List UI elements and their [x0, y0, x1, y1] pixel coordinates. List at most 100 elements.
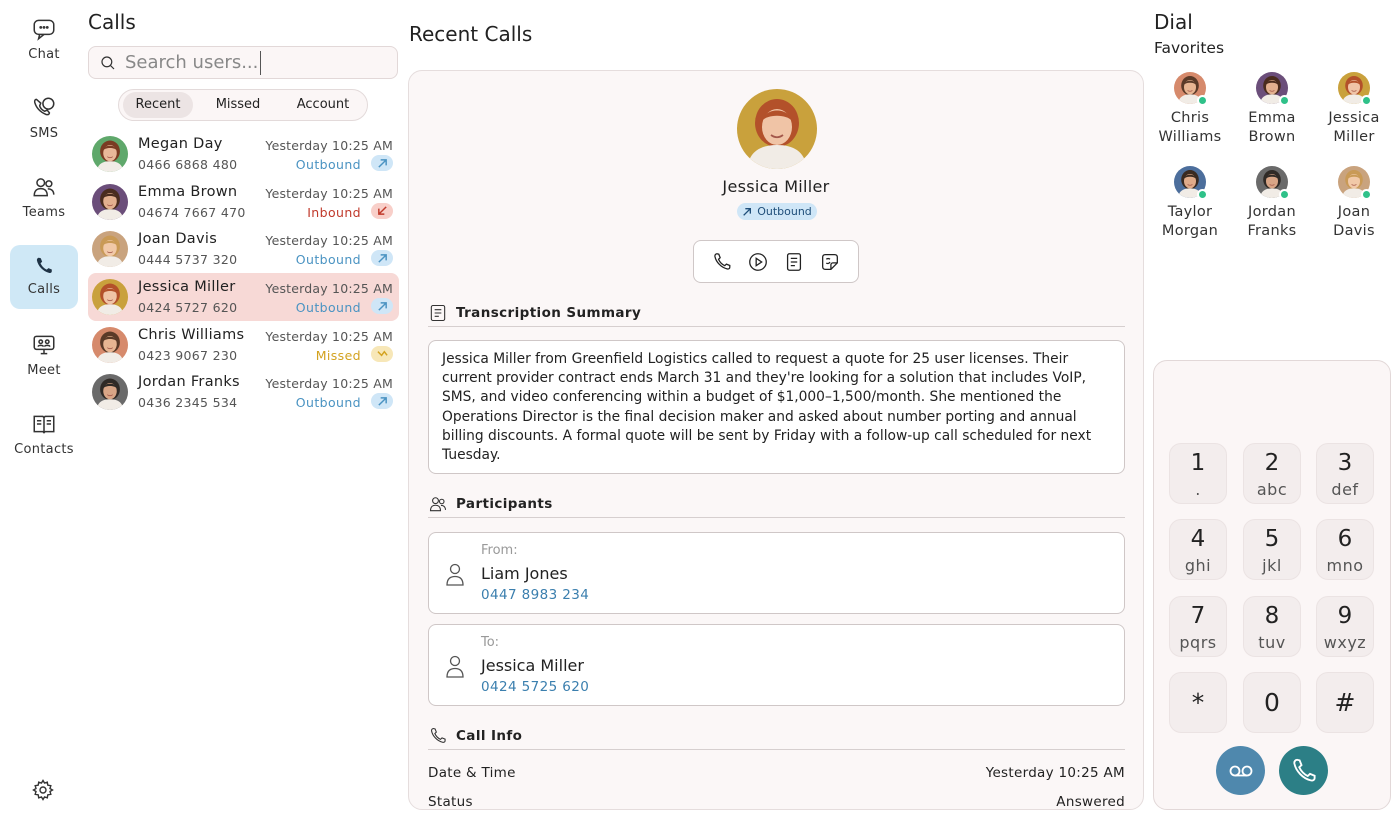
avatar — [1338, 72, 1372, 106]
to-number[interactable]: 0424 5725 620 — [481, 679, 589, 695]
dial-key-digit: 9 — [1337, 603, 1353, 629]
favorite-contact[interactable]: Chris Williams — [1150, 72, 1230, 146]
call-time: Yesterday 10:25 AM — [265, 328, 393, 344]
person-icon — [446, 563, 464, 586]
dial-key[interactable]: 4 ghi — [1169, 519, 1227, 580]
play-icon[interactable] — [747, 251, 769, 273]
tab-missed[interactable]: Missed — [193, 92, 283, 118]
transcription-summary: Jessica Miller from Greenfield Logistics… — [428, 340, 1125, 474]
dial-key[interactable]: * — [1169, 672, 1227, 733]
dial-key-letters: abc — [1256, 480, 1288, 499]
calls-tabs: Recent Missed Account — [118, 89, 368, 121]
to-name: Jessica Miller — [481, 656, 584, 675]
voicemail-button[interactable] — [1216, 746, 1265, 795]
avatar — [1338, 166, 1372, 200]
dial-key-digit: 7 — [1190, 603, 1206, 629]
calls-title: Calls — [88, 10, 136, 34]
caller-name: Jordan Franks — [138, 374, 240, 391]
caller-name: Chris Williams — [138, 326, 245, 343]
caller-number: 0466 6868 480 — [138, 157, 238, 172]
info-label: Status — [428, 794, 473, 810]
call-button[interactable] — [1279, 746, 1328, 795]
search-placeholder[interactable]: Search users... — [125, 50, 262, 75]
call-info-title: Call Info — [456, 728, 523, 744]
dial-key-letters: def — [1331, 480, 1359, 499]
call-time: Yesterday 10:25 AM — [265, 281, 393, 297]
favorite-contact[interactable]: Emma Brown — [1232, 72, 1312, 146]
tab-account[interactable]: Account — [283, 92, 363, 118]
direction-badge: Outbound — [737, 203, 817, 220]
call-list-item[interactable]: Megan Day 0466 6868 480 Yesterday 10:25 AM… — [88, 130, 399, 178]
info-row-status: Status Answered — [428, 794, 1125, 810]
participant-to: To: Jessica Miller 0424 5725 620 — [428, 624, 1125, 706]
outbound-call-icon — [371, 393, 393, 410]
avatar — [92, 374, 128, 411]
call-list-item[interactable]: Jordan Franks 0436 2345 534 Yesterday 10:2… — [88, 368, 399, 416]
call-list-item[interactable]: Joan Davis 0444 5737 320 Yesterday 10:25 A… — [88, 225, 399, 273]
nav-label: Calls — [27, 282, 61, 297]
from-name: Liam Jones — [481, 564, 568, 583]
sticker-icon[interactable] — [819, 251, 841, 273]
phone-icon — [431, 727, 446, 743]
dial-key-digit: 1 — [1190, 450, 1206, 476]
voicemail-icon — [1229, 765, 1252, 776]
from-number[interactable]: 0447 8983 234 — [481, 587, 589, 603]
nav-item-meet[interactable]: Meet — [10, 324, 78, 388]
nav-item-contacts[interactable]: Contacts — [10, 403, 78, 467]
favorite-contact[interactable]: Jessica Miller — [1314, 72, 1394, 146]
dial-key[interactable]: 3 def — [1316, 443, 1374, 504]
dial-key[interactable]: 1. — [1169, 443, 1227, 504]
dial-key[interactable]: 7 pqrs — [1169, 596, 1227, 657]
online-status-dot — [1361, 189, 1372, 200]
favorite-last-name: Miller — [1333, 128, 1375, 145]
favorite-first-name: Emma — [1248, 110, 1296, 126]
favorite-contact[interactable]: Jordan Franks — [1232, 166, 1312, 240]
call-actions — [693, 240, 859, 283]
dial-key[interactable]: 8 tuv — [1243, 596, 1301, 657]
transcript-icon — [430, 304, 446, 322]
call-list-item[interactable]: Chris Williams 0423 9067 230 Yesterday 10:… — [88, 321, 399, 369]
search-input[interactable]: Search users... — [88, 46, 398, 79]
caller-name: Joan Davis — [138, 231, 218, 248]
info-value: Yesterday 10:25 AM — [985, 765, 1125, 781]
avatar — [92, 326, 128, 363]
phone-icon[interactable] — [711, 251, 733, 273]
call-direction: Outbound — [295, 395, 361, 411]
dial-key[interactable]: 0 — [1243, 672, 1301, 733]
caller-name: Jessica Miller — [138, 279, 236, 296]
dial-key-digit: 6 — [1337, 526, 1353, 552]
call-direction: Outbound — [295, 300, 361, 316]
online-status-dot — [1279, 95, 1290, 106]
dial-key[interactable]: # — [1316, 672, 1374, 733]
outbound-call-icon — [371, 155, 393, 171]
info-value: Answered — [1056, 794, 1125, 810]
favorite-last-name: Morgan — [1161, 222, 1219, 239]
nav-item-sms[interactable]: SMS — [10, 87, 78, 151]
transcript-icon[interactable] — [783, 251, 805, 273]
dial-key-letters: jkl — [1262, 556, 1282, 575]
favorite-contact[interactable]: Taylor Morgan — [1150, 166, 1230, 240]
dial-key[interactable]: 2 abc — [1243, 443, 1301, 504]
dial-key-letters: ghi — [1184, 556, 1212, 575]
nav-item-calls[interactable]: Calls — [10, 245, 78, 309]
call-list: Megan Day 0466 6868 480 Yesterday 10:25 AM… — [88, 130, 399, 416]
dial-key[interactable]: 9 wxyz — [1316, 596, 1374, 657]
tab-recent[interactable]: Recent — [123, 92, 193, 118]
nav-item-teams[interactable]: Teams — [10, 166, 78, 230]
avatar — [1174, 166, 1208, 200]
sms-icon — [33, 97, 55, 116]
call-list-item[interactable]: Jessica Miller 0424 5727 620 Yesterday 10:… — [88, 273, 399, 321]
gear-icon[interactable] — [31, 778, 55, 802]
dial-key[interactable]: 5 jkl — [1243, 519, 1301, 580]
call-direction: Outbound — [295, 157, 361, 172]
call-direction: Missed — [315, 347, 361, 363]
favorite-first-name: Chris — [1170, 110, 1210, 126]
dial-key-letters: wxyz — [1323, 633, 1367, 652]
favorite-contact[interactable]: Joan Davis — [1314, 166, 1394, 240]
nav-item-chat[interactable]: Chat — [10, 8, 78, 72]
transcription-header: Transcription Summary — [428, 300, 1125, 327]
dial-key[interactable]: 6 mno — [1316, 519, 1374, 580]
call-list-item[interactable]: Emma Brown 04674 7667 470 Yesterday 10:25 … — [88, 178, 399, 226]
dial-key-digit: 4 — [1190, 526, 1206, 552]
call-info-header: Call Info — [428, 723, 1125, 750]
